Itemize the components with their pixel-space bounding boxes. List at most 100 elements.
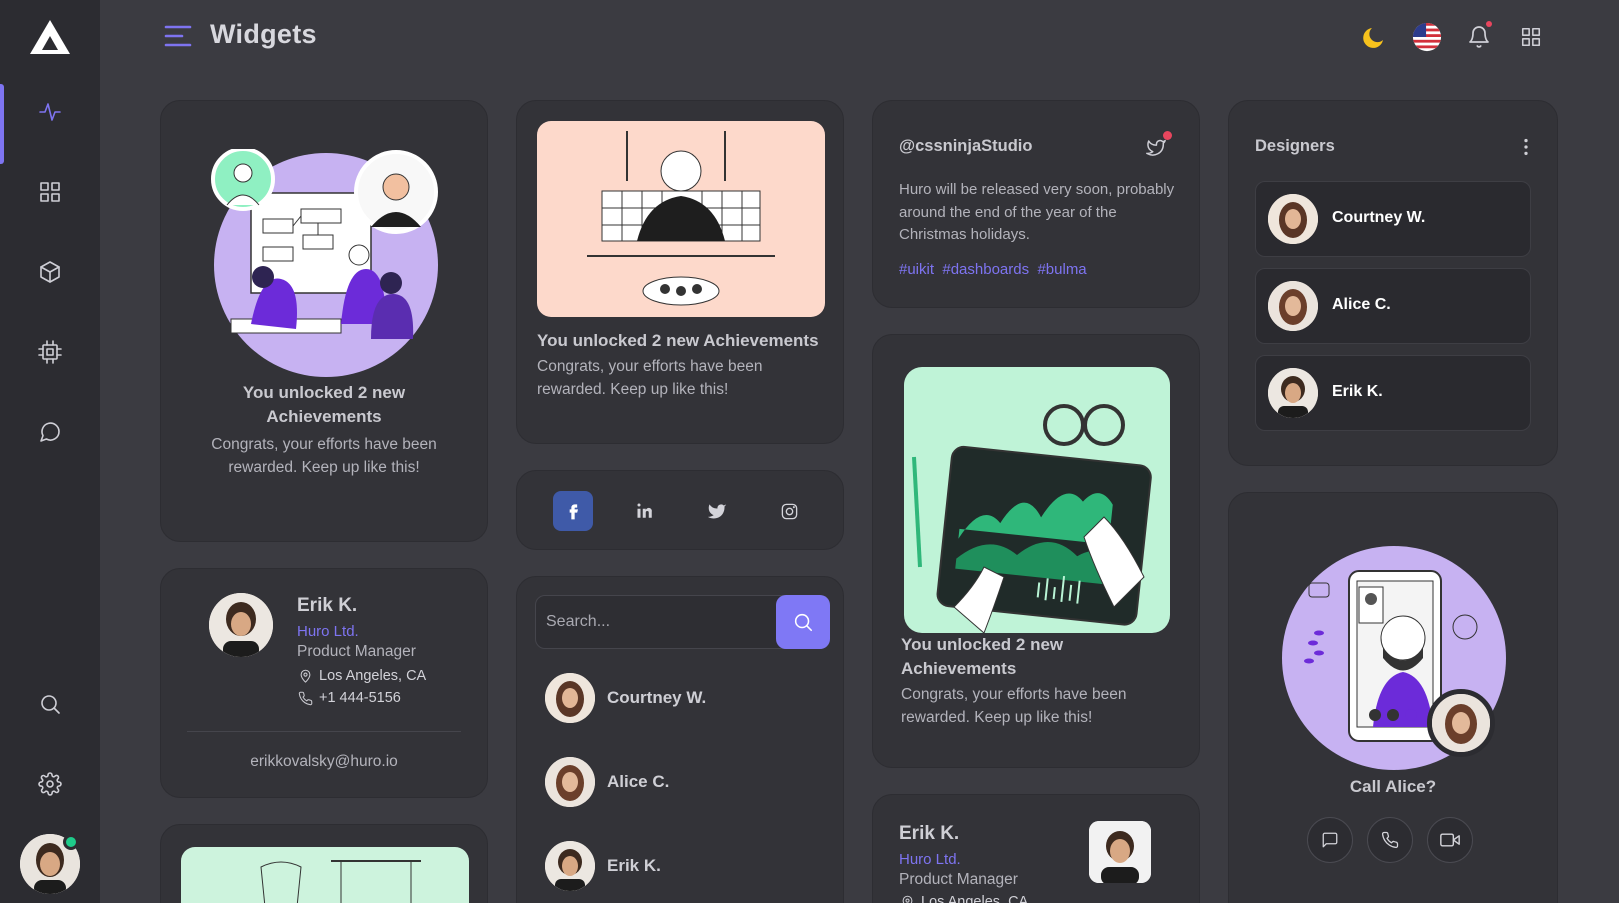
facebook-icon [569,504,578,520]
achievement-title: You unlocked 2 new Achievements [537,331,819,350]
achievement-card-partial [160,824,488,903]
avatar [1268,368,1318,418]
search-icon [41,695,60,714]
sushi-chef-illustration [537,121,825,317]
message-button[interactable] [1307,817,1353,863]
twitter-icon[interactable] [1145,136,1167,158]
list-item-name: Erik K. [607,856,661,875]
instagram-button[interactable] [769,491,809,531]
voice-call-button[interactable] [1367,817,1413,863]
achievement-title: You unlocked 2 new Achievements [901,635,1064,678]
bell-icon [1469,26,1489,48]
designers-title: Designers [1255,137,1335,155]
logo-icon[interactable] [28,18,72,58]
video-call-button[interactable] [1427,817,1473,863]
designers-card: Designers Courtney W. Alice C. Erik K. [1228,100,1558,466]
tweet-tags: #uikit #dashboards #bulma [899,261,1087,278]
achievement-card-2: You unlocked 2 new Achievements Congrats… [516,100,844,444]
phone-icon [1381,831,1399,849]
gear-icon [38,772,62,796]
tablet-chart-illustration [904,367,1170,633]
profile-name: Erik K. [899,823,960,844]
profile-phone: +1 444-5156 [319,690,401,706]
location-icon [902,895,913,903]
linkedin-button[interactable] [625,491,665,531]
achievement-text: Congrats, your efforts have been rewarde… [901,686,1127,726]
fashion-illustration [181,847,469,903]
profile-company[interactable]: Huro Ltd. [297,623,359,640]
social-links-card [516,470,844,550]
list-item-name: Alice C. [607,772,670,791]
call-title: Call Alice? [1349,777,1437,796]
achievement-title: You unlocked 2 new Achievements [242,383,406,426]
apps-button[interactable] [1516,22,1546,52]
sidebar-item-messages[interactable] [0,404,100,460]
designer-row[interactable]: Erik K. [1255,355,1531,431]
achievement-card-1: You unlocked 2 new Achievements Congrats… [160,100,488,542]
chat-icon [40,422,60,442]
achievement-text: Congrats, your efforts have been rewarde… [211,436,437,476]
designer-row[interactable]: Alice C. [1255,268,1531,344]
achievement-text: Congrats, your efforts have been rewarde… [537,358,763,398]
sidebar-item-elements[interactable] [0,324,100,380]
box-icon [40,261,60,283]
profile-location: Los Angeles, CA [921,894,1029,903]
designer-name: Courtney W. [1332,209,1426,226]
profile-card-2: Erik K. Huro Ltd. Product Manager Los An… [872,794,1200,903]
notification-dot [1486,21,1492,27]
grid-icon [1521,27,1541,47]
cpu-icon [38,340,62,364]
profile-avatar[interactable] [1089,821,1151,883]
tweet-text: Huro will be released very soon, probabl… [899,181,1175,243]
menu-toggle-icon[interactable] [164,24,192,48]
profile-avatar[interactable] [209,593,273,657]
moon-icon [1363,28,1383,48]
profile-location: Los Angeles, CA [319,668,427,684]
twitter-icon [707,504,727,519]
sidebar-item-search[interactable] [0,676,100,732]
page-title: Widgets [210,19,317,49]
search-box [535,595,830,649]
tweet-handle[interactable]: @cssninjaStudio [899,137,1032,156]
sidebar-item-components[interactable] [0,244,100,300]
language-selector[interactable] [1412,22,1442,52]
call-card: Call Alice? [1228,492,1558,903]
hashtag-link[interactable]: #uikit [899,261,934,278]
achievement-card-3: You unlocked 2 new Achievements Congrats… [872,334,1200,768]
grid-icon [40,182,60,202]
location-icon [300,669,311,683]
instagram-icon [781,503,797,519]
online-status-dot [63,834,79,850]
profile-email[interactable]: erikkovalsky@huro.io [161,753,487,771]
sidebar-item-dashboard[interactable] [0,164,100,220]
notifications-button[interactable] [1464,21,1494,52]
notification-dot [1163,131,1172,140]
avatar [545,673,595,723]
sidebar-item-settings[interactable] [0,756,100,812]
facebook-button[interactable] [553,491,593,531]
profile-company[interactable]: Huro Ltd. [899,851,961,868]
profile-card: Erik K. Huro Ltd. Product Manager Los An… [160,568,488,798]
avatar [545,841,595,891]
designer-row[interactable]: Courtney W. [1255,181,1531,257]
caller-avatar [1427,689,1495,757]
avatar [1268,281,1318,331]
video-icon [1440,833,1460,847]
hashtag-link[interactable]: #bulma [1037,261,1086,278]
dark-mode-toggle[interactable] [1360,22,1390,52]
search-button[interactable] [776,595,830,649]
tweet-card: @cssninjaStudio Huro will be released ve… [872,100,1200,308]
twitter-button[interactable] [697,491,737,531]
us-flag-icon [1412,22,1442,52]
more-vertical-icon[interactable] [1515,136,1537,158]
profile-role: Product Manager [899,871,1018,888]
sidebar-item-activity[interactable] [0,84,100,164]
chat-icon [1322,832,1338,848]
list-item-name: Courtney W. [607,688,707,707]
designer-name: Alice C. [1332,296,1391,313]
activity-icon [39,103,61,121]
search-card: Courtney W. Alice C. Erik K. [516,576,844,903]
search-icon [794,613,813,632]
search-input[interactable] [546,596,766,648]
hashtag-link[interactable]: #dashboards [942,261,1029,278]
